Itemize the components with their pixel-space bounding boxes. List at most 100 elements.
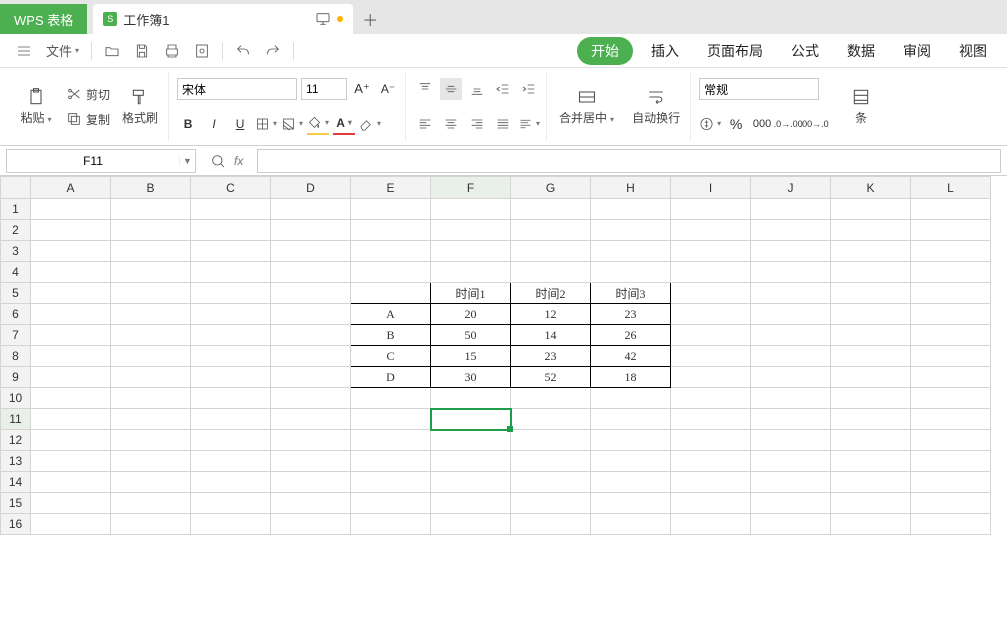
cell-I13[interactable] [671,451,751,472]
orientation-button[interactable] [518,113,540,135]
cell-E12[interactable] [351,430,431,451]
cell-J5[interactable] [751,283,831,304]
cell-I8[interactable] [671,346,751,367]
cell-B13[interactable] [111,451,191,472]
cell-I9[interactable] [671,367,751,388]
cell-I16[interactable] [671,514,751,535]
col-header-A[interactable]: A [31,177,111,199]
align-middle-button[interactable] [440,78,462,100]
tab-review[interactable]: 审阅 [893,35,941,67]
row-header-3[interactable]: 3 [1,241,31,262]
cell-K4[interactable] [831,262,911,283]
cell-B9[interactable] [111,367,191,388]
cell-C11[interactable] [191,409,271,430]
underline-button[interactable]: U [229,113,251,135]
cell-K6[interactable] [831,304,911,325]
cell-H3[interactable] [591,241,671,262]
cell-H9[interactable]: 18 [591,367,671,388]
cell-D10[interactable] [271,388,351,409]
cell-B11[interactable] [111,409,191,430]
cell-G8[interactable]: 23 [511,346,591,367]
row-header-13[interactable]: 13 [1,451,31,472]
cell-B10[interactable] [111,388,191,409]
hamburger-menu-button[interactable] [10,39,38,63]
cell-D15[interactable] [271,493,351,514]
cell-E16[interactable] [351,514,431,535]
cell-H15[interactable] [591,493,671,514]
tab-start[interactable]: 开始 [577,37,633,65]
cell-D12[interactable] [271,430,351,451]
cell-D14[interactable] [271,472,351,493]
row-header-6[interactable]: 6 [1,304,31,325]
currency-button[interactable] [699,113,721,135]
cell-J7[interactable] [751,325,831,346]
cell-F16[interactable] [431,514,511,535]
cell-B1[interactable] [111,199,191,220]
cell-F13[interactable] [431,451,511,472]
cell-L9[interactable] [911,367,991,388]
cell-A15[interactable] [31,493,111,514]
cell-J10[interactable] [751,388,831,409]
cell-F11[interactable] [431,409,511,430]
cell-K7[interactable] [831,325,911,346]
cell-D13[interactable] [271,451,351,472]
cell-D9[interactable] [271,367,351,388]
row-header-1[interactable]: 1 [1,199,31,220]
cell-F14[interactable] [431,472,511,493]
cell-C16[interactable] [191,514,271,535]
cell-A9[interactable] [31,367,111,388]
row-header-7[interactable]: 7 [1,325,31,346]
cell-A14[interactable] [31,472,111,493]
row-header-12[interactable]: 12 [1,430,31,451]
name-box-input[interactable] [7,154,179,168]
print-button[interactable] [158,39,186,63]
cell-C12[interactable] [191,430,271,451]
cell-A1[interactable] [31,199,111,220]
formula-input[interactable] [257,149,1001,173]
cell-D16[interactable] [271,514,351,535]
cell-E2[interactable] [351,220,431,241]
tab-layout[interactable]: 页面布局 [697,35,773,67]
font-color-button[interactable]: A [333,113,355,135]
cell-F9[interactable]: 30 [431,367,511,388]
cell-E13[interactable] [351,451,431,472]
cell-L10[interactable] [911,388,991,409]
cell-K15[interactable] [831,493,911,514]
paste-button[interactable]: 粘贴 [14,85,58,128]
cell-C7[interactable] [191,325,271,346]
col-header-J[interactable]: J [751,177,831,199]
cell-A13[interactable] [31,451,111,472]
cell-L4[interactable] [911,262,991,283]
row-header-14[interactable]: 14 [1,472,31,493]
cell-C4[interactable] [191,262,271,283]
cell-F7[interactable]: 50 [431,325,511,346]
cell-G2[interactable] [511,220,591,241]
cell-H11[interactable] [591,409,671,430]
bold-button[interactable]: B [177,113,199,135]
align-center-button[interactable] [440,113,462,135]
cell-L1[interactable] [911,199,991,220]
cell-J8[interactable] [751,346,831,367]
cell-B15[interactable] [111,493,191,514]
cell-H4[interactable] [591,262,671,283]
cell-L3[interactable] [911,241,991,262]
cell-L8[interactable] [911,346,991,367]
justify-button[interactable] [492,113,514,135]
cell-E11[interactable] [351,409,431,430]
cell-A10[interactable] [31,388,111,409]
cell-L5[interactable] [911,283,991,304]
file-menu-button[interactable]: 文件 [40,37,85,64]
cell-J1[interactable] [751,199,831,220]
italic-button[interactable]: I [203,113,225,135]
cell-K9[interactable] [831,367,911,388]
fill-pattern-button[interactable] [281,113,303,135]
cell-C3[interactable] [191,241,271,262]
row-header-9[interactable]: 9 [1,367,31,388]
cell-E8[interactable]: C [351,346,431,367]
cell-F5[interactable]: 时间1 [431,283,511,304]
cell-L2[interactable] [911,220,991,241]
cell-A12[interactable] [31,430,111,451]
col-header-L[interactable]: L [911,177,991,199]
cell-F2[interactable] [431,220,511,241]
font-name-select[interactable] [177,78,297,100]
